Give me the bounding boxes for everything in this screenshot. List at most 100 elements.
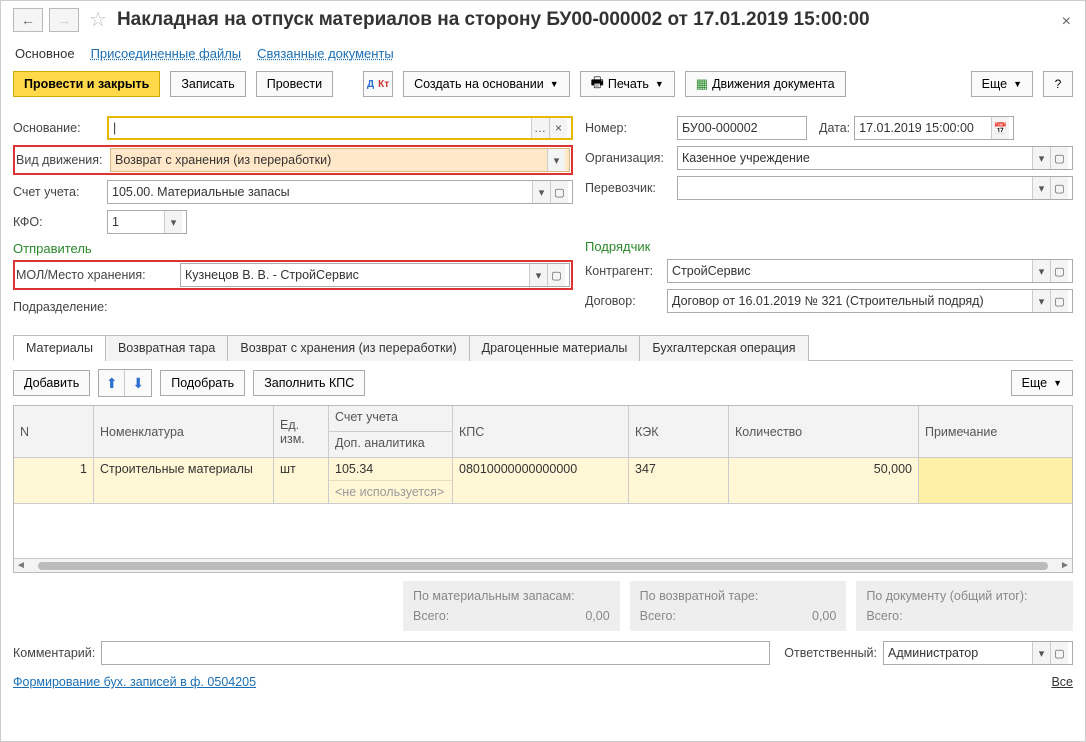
move-up-button[interactable]: ⬆ (99, 370, 125, 396)
all-link[interactable]: Все (1051, 675, 1073, 689)
cell-kps: 08010000000000000 (453, 458, 629, 504)
clear-icon[interactable]: × (549, 118, 567, 138)
cell-note (919, 458, 1072, 504)
movement-type-select[interactable]: Возврат с хранения (из переработки)▾ (110, 148, 570, 172)
contract-label: Договор: (585, 294, 663, 308)
post-button[interactable]: Провести (256, 71, 333, 97)
col-extra-analytics: Доп. аналитика (329, 432, 452, 458)
print-button[interactable]: 🖶Печать▼ (580, 71, 675, 97)
nav-back-button[interactable]: ← (13, 8, 43, 32)
org-select[interactable]: Казенное учреждение▾▢ (677, 146, 1073, 170)
open-icon[interactable]: ▢ (1050, 260, 1068, 282)
ellipsis-icon[interactable]: … (531, 118, 549, 138)
form-records-link[interactable]: Формирование бух. записей в ф. 0504205 (13, 675, 256, 689)
open-icon[interactable]: ▢ (1050, 147, 1068, 169)
dt-kt-icon[interactable]: ДКт (363, 71, 393, 97)
comment-input[interactable] (101, 641, 770, 665)
tab-return-storage[interactable]: Возврат с хранения (из переработки) (227, 335, 469, 361)
pick-button[interactable]: Подобрать (160, 370, 245, 396)
open-icon[interactable]: ▢ (1050, 290, 1068, 312)
totals-container: По возвратной таре: Всего:0,00 (630, 581, 847, 631)
counterparty-select[interactable]: СтройСервис▾▢ (667, 259, 1073, 283)
col-n: N (14, 406, 94, 458)
horizontal-scrollbar[interactable]: ◄► (14, 558, 1072, 572)
cell-qty: 50,000 (729, 458, 919, 504)
sender-section-title: Отправитель (13, 241, 573, 256)
counterparty-label: Контрагент: (585, 264, 663, 278)
dept-label: Подразделение: (13, 300, 173, 314)
chevron-down-icon[interactable]: ▾ (1032, 260, 1050, 282)
basis-input[interactable]: |…× (107, 116, 573, 140)
table-row[interactable]: 1 Строительные материалы шт 105.34 <не и… (14, 458, 1072, 504)
date-label: Дата: (819, 121, 850, 135)
carrier-label: Перевозчик: (585, 181, 673, 195)
totals-document: По документу (общий итог): Всего: (856, 581, 1073, 631)
tab-accounting[interactable]: Бухгалтерская операция (639, 335, 808, 361)
create-basis-button[interactable]: Создать на основании▼ (403, 71, 570, 97)
more-button[interactable]: Еще▼ (971, 71, 1033, 97)
col-note: Примечание (919, 406, 1072, 458)
number-label: Номер: (585, 121, 673, 135)
contractor-section-title: Подрядчик (585, 239, 1073, 254)
open-icon[interactable]: ▢ (547, 264, 565, 286)
mol-select[interactable]: Кузнецов В. В. - СтройСервис▾▢ (180, 263, 570, 287)
kfo-label: КФО: (13, 215, 103, 229)
add-row-button[interactable]: Добавить (13, 370, 90, 396)
col-account: Счет учета (329, 406, 452, 432)
chevron-down-icon[interactable]: ▾ (1032, 642, 1050, 664)
col-unit: Ед. изм. (274, 406, 329, 458)
open-icon[interactable]: ▢ (1050, 177, 1068, 199)
cell-kek: 347 (629, 458, 729, 504)
cell-nomenclature: Строительные материалы (94, 458, 274, 504)
chevron-down-icon[interactable]: ▾ (1032, 290, 1050, 312)
fill-kps-button[interactable]: Заполнить КПС (253, 370, 365, 396)
date-input[interactable]: 17.01.2019 15:00:00📅 (854, 116, 1014, 140)
tab-materials[interactable]: Материалы (13, 335, 106, 361)
responsible-select[interactable]: Администратор▾▢ (883, 641, 1073, 665)
open-icon[interactable]: ▢ (550, 181, 568, 203)
page-title: Накладная на отпуск материалов на сторон… (117, 9, 870, 31)
chevron-down-icon[interactable]: ▾ (1032, 147, 1050, 169)
chevron-down-icon[interactable]: ▾ (532, 181, 550, 203)
navlink-main[interactable]: Основное (15, 46, 75, 61)
move-down-button[interactable]: ⬇ (125, 370, 151, 396)
cell-n: 1 (14, 458, 94, 504)
org-label: Организация: (585, 151, 673, 165)
cell-unit: шт (274, 458, 329, 504)
totals-materials: По материальным запасам: Всего:0,00 (403, 581, 620, 631)
col-qty: Количество (729, 406, 919, 458)
col-kps: КПС (453, 406, 629, 458)
col-nomenclature: Номенклатура (94, 406, 274, 458)
open-icon[interactable]: ▢ (1050, 642, 1068, 664)
close-icon[interactable]: × (1062, 13, 1071, 31)
tab-precious[interactable]: Драгоценные материалы (469, 335, 641, 361)
calendar-icon[interactable]: 📅 (991, 117, 1009, 139)
post-and-close-button[interactable]: Провести и закрыть (13, 71, 160, 97)
chevron-down-icon[interactable]: ▾ (1032, 177, 1050, 199)
carrier-select[interactable]: ▾▢ (677, 176, 1073, 200)
tab-more-button[interactable]: Еще▼ (1011, 370, 1073, 396)
nav-forward-button[interactable]: → (49, 8, 79, 32)
account-label: Счет учета: (13, 185, 103, 199)
favorite-star-icon[interactable]: ☆ (89, 7, 107, 32)
cell-account: 105.34 (329, 458, 452, 481)
navlink-related[interactable]: Связанные документы (257, 46, 394, 61)
printer-icon: 🖶 (591, 72, 604, 96)
kfo-select[interactable]: 1▾ (107, 210, 187, 234)
navlink-files[interactable]: Присоединенные файлы (91, 46, 242, 61)
mol-label: МОЛ/Место хранения: (16, 268, 176, 282)
account-select[interactable]: 105.00. Материальные запасы▾▢ (107, 180, 573, 204)
tab-returnable-container[interactable]: Возвратная тара (105, 335, 228, 361)
chevron-down-icon[interactable]: ▾ (547, 149, 565, 171)
write-button[interactable]: Записать (170, 71, 245, 97)
movements-button[interactable]: ▦Движения документа (685, 71, 846, 97)
contract-select[interactable]: Договор от 16.01.2019 № 321 (Строительны… (667, 289, 1073, 313)
responsible-label: Ответственный: (784, 646, 877, 660)
number-input[interactable]: БУ00-000002 (677, 116, 807, 140)
chevron-down-icon[interactable]: ▾ (164, 211, 182, 233)
movements-icon: ▦ (696, 76, 708, 92)
help-button[interactable]: ? (1043, 71, 1073, 97)
cell-extra: <не используется> (329, 481, 452, 503)
chevron-down-icon[interactable]: ▾ (529, 264, 547, 286)
basis-label: Основание: (13, 121, 103, 135)
